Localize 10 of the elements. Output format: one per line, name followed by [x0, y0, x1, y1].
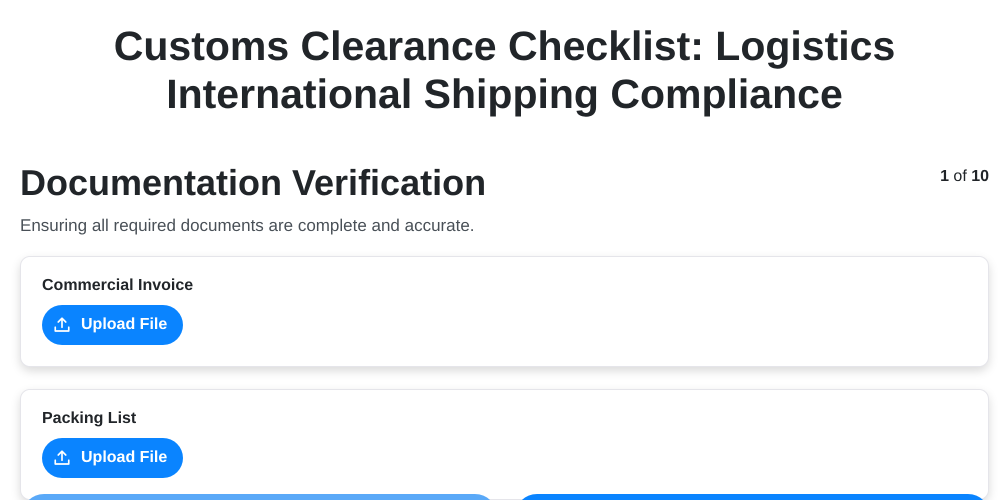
step-counter: 1 of 10	[940, 168, 989, 186]
section-description: Ensuring all required documents are complete and accurate.	[20, 216, 476, 236]
upload-button[interactable]: Upload File	[42, 305, 184, 345]
document-label: Commercial Invoice	[42, 277, 194, 295]
document-label: Packing List	[42, 410, 138, 428]
page-title: Customs Clearance Checklist: Logistics International Shipping Compliance	[112, 22, 896, 118]
section-heading: Documentation Verification	[20, 162, 486, 204]
upload-icon	[53, 316, 71, 334]
upload-button[interactable]: Upload File	[42, 438, 184, 478]
upload-icon	[53, 449, 71, 467]
